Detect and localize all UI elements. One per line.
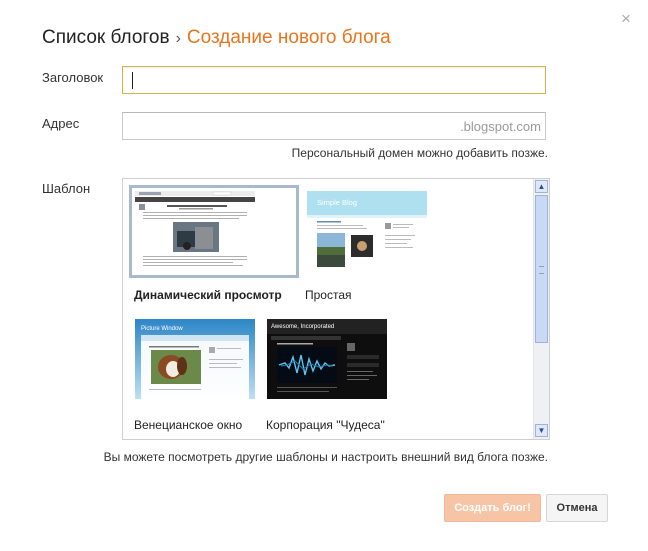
template-awesome-inc[interactable]: Awesome, Incorporated Корпорация "Чудеса… — [263, 309, 443, 439]
template-picker[interactable]: Динамический просмотр Simple Blog Проста… — [122, 178, 550, 440]
template-name: Простая — [305, 288, 352, 302]
scroll-up-icon[interactable]: ▲ — [535, 180, 548, 193]
template-label: Шаблон — [42, 181, 91, 196]
template-thumbnail: Simple Blog — [307, 191, 427, 271]
template-list-scrollbar[interactable]: ▲ ▼ — [533, 179, 549, 439]
template-hint: Вы можете посмотреть другие шаблоны и на… — [103, 450, 548, 464]
domain-hint: Персональный домен можно добавить позже. — [291, 146, 548, 160]
blog-address-input[interactable]: .blogspot.com — [122, 112, 546, 140]
address-suffix: .blogspot.com — [460, 119, 541, 134]
thumb-blog-title: Simple Blog — [317, 198, 357, 207]
template-dynamic-views[interactable]: Динамический просмотр — [123, 179, 303, 309]
breadcrumb-separator: › — [175, 30, 181, 47]
scroll-down-icon[interactable]: ▼ — [535, 424, 548, 437]
template-thumbnail — [135, 191, 255, 271]
blog-title-input[interactable] — [122, 66, 546, 94]
template-thumbnail: Picture Window — [135, 319, 255, 399]
template-thumbnail: Awesome, Incorporated — [267, 319, 387, 399]
title-label: Заголовок — [42, 70, 104, 85]
template-name: Венецианское окно — [134, 418, 243, 432]
page-title: Список блогов › Создание нового блога — [42, 27, 391, 49]
template-name: Динамический просмотр — [134, 288, 282, 302]
template-name: Корпорация "Чудеса" — [266, 418, 385, 432]
template-picture-window[interactable]: Picture Window Венецианское окно — [123, 309, 263, 439]
create-blog-button[interactable]: Создать блог! — [444, 494, 541, 522]
breadcrumb-blog-list[interactable]: Список блогов — [42, 27, 170, 48]
thumb-blog-title: Picture Window — [141, 326, 183, 332]
template-simple[interactable]: Simple Blog Простая — [303, 179, 443, 309]
thumb-blog-title: Awesome, Incorporated — [271, 324, 334, 330]
cancel-button[interactable]: Отмена — [546, 494, 608, 522]
text-caret — [132, 72, 133, 89]
address-label: Адрес — [42, 116, 80, 131]
close-icon[interactable]: × — [621, 10, 631, 27]
breadcrumb-current: Создание нового блога — [186, 27, 391, 48]
scroll-thumb[interactable] — [535, 195, 548, 343]
